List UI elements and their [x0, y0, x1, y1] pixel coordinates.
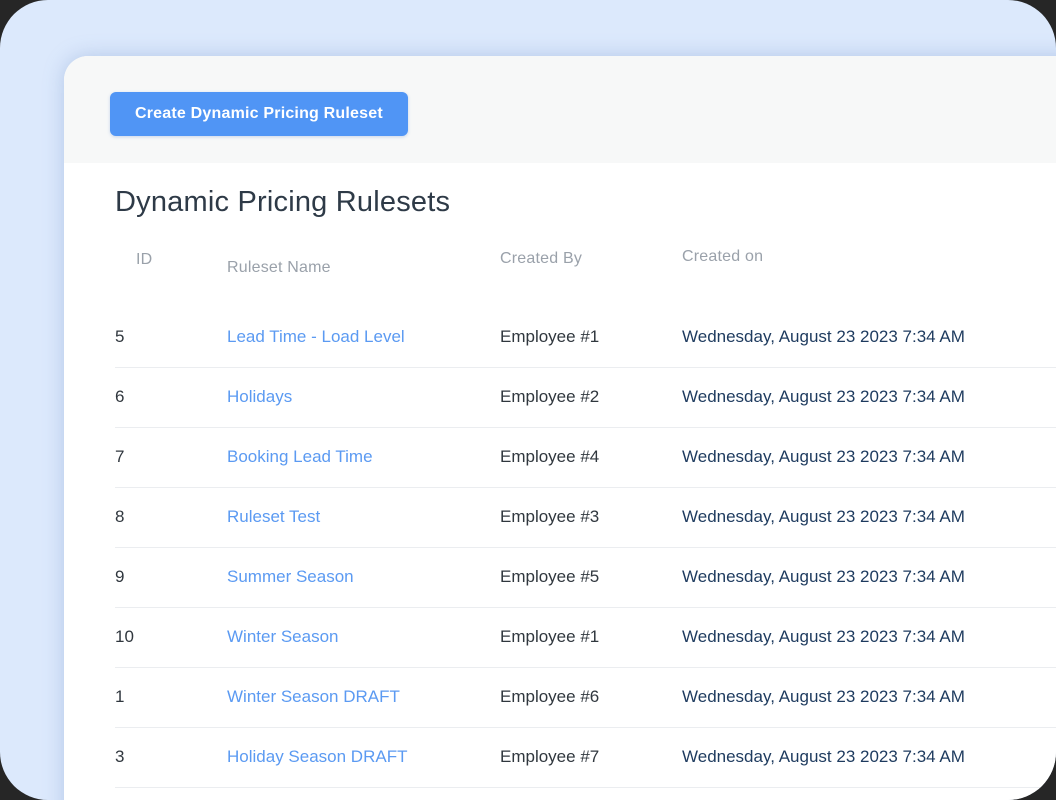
created-on-cell: Wednesday, August 23 2023 7:34 AM	[682, 547, 1056, 608]
ruleset-name-link[interactable]: Winter Season DRAFT	[227, 687, 400, 706]
page-title: Dynamic Pricing Rulesets	[115, 186, 451, 218]
created-by-cell: Employee #7	[500, 727, 682, 788]
created-on-cell: Wednesday, August 23 2023 7:34 AM	[682, 367, 1056, 428]
ruleset-name-link[interactable]: Holiday Season DRAFT	[227, 747, 407, 766]
ruleset-name-link[interactable]: Winter Season	[227, 627, 339, 646]
ruleset-name-cell: Ruleset Test	[227, 487, 500, 548]
table-row: 3 Holiday Season DRAFT Employee #7 Wedne…	[115, 727, 1056, 788]
ruleset-id-cell: 9	[115, 547, 227, 608]
ruleset-id-cell: 6	[115, 367, 227, 428]
ruleset-name-cell: Lead Time - Load Level	[227, 307, 500, 368]
created-by-cell: Employee #3	[500, 487, 682, 548]
column-header-id: ID	[136, 251, 153, 268]
table-row: 8 Ruleset Test Employee #3 Wednesday, Au…	[115, 487, 1056, 548]
content-card: Create Dynamic Pricing Ruleset Dynamic P…	[64, 56, 1056, 800]
ruleset-id-cell: 3	[115, 727, 227, 788]
created-by-cell: Employee #2	[500, 367, 682, 428]
column-header-created-by: Created By	[500, 250, 583, 267]
ruleset-name-link[interactable]: Lead Time - Load Level	[227, 327, 405, 346]
created-by-cell: Employee #6	[500, 667, 682, 728]
table-row: 9 Summer Season Employee #5 Wednesday, A…	[115, 547, 1056, 608]
ruleset-name-link[interactable]: Summer Season	[227, 567, 354, 586]
ruleset-name-cell: Holidays	[227, 367, 500, 428]
table-row: 10 Winter Season Employee #1 Wednesday, …	[115, 607, 1056, 668]
created-by-cell: Employee #4	[500, 427, 682, 488]
table-row: 1 Winter Season DRAFT Employee #6 Wednes…	[115, 667, 1056, 728]
ruleset-name-link[interactable]: Ruleset Test	[227, 507, 320, 526]
ruleset-id-cell: 5	[115, 307, 227, 368]
created-on-cell: Wednesday, August 23 2023 7:34 AM	[682, 607, 1056, 668]
ruleset-name-cell: Summer Season	[227, 547, 500, 608]
ruleset-id-cell: 7	[115, 427, 227, 488]
table-body: 5 Lead Time - Load Level Employee #1 Wed…	[115, 307, 1056, 788]
ruleset-name-link[interactable]: Booking Lead Time	[227, 447, 373, 466]
card-toolbar: Create Dynamic Pricing Ruleset	[64, 56, 1056, 163]
created-by-cell: Employee #1	[500, 607, 682, 668]
table-header-row: ID Ruleset Name Created By Created on	[115, 219, 1056, 307]
table-row: 6 Holidays Employee #2 Wednesday, August…	[115, 367, 1056, 428]
created-on-cell: Wednesday, August 23 2023 7:34 AM	[682, 667, 1056, 728]
created-by-cell: Employee #5	[500, 547, 682, 608]
created-on-cell: Wednesday, August 23 2023 7:34 AM	[682, 307, 1056, 368]
ruleset-name-cell: Booking Lead Time	[227, 427, 500, 488]
ruleset-name-link[interactable]: Holidays	[227, 387, 292, 406]
ruleset-name-cell: Holiday Season DRAFT	[227, 727, 500, 788]
table-row: 7 Booking Lead Time Employee #4 Wednesda…	[115, 427, 1056, 488]
page-background: Create Dynamic Pricing Ruleset Dynamic P…	[0, 0, 1056, 800]
rulesets-table: ID Ruleset Name Created By Created on 5 …	[115, 219, 1056, 788]
ruleset-id-cell: 8	[115, 487, 227, 548]
created-on-cell: Wednesday, August 23 2023 7:34 AM	[682, 487, 1056, 548]
created-by-cell: Employee #1	[500, 307, 682, 368]
column-header-created-on: Created on	[682, 248, 764, 265]
column-header-ruleset-name: Ruleset Name	[227, 259, 331, 276]
table-row: 5 Lead Time - Load Level Employee #1 Wed…	[115, 307, 1056, 368]
ruleset-name-cell: Winter Season DRAFT	[227, 667, 500, 728]
created-on-cell: Wednesday, August 23 2023 7:34 AM	[682, 427, 1056, 488]
ruleset-id-cell: 10	[115, 607, 227, 668]
card-body: Dynamic Pricing Rulesets ID Ruleset Name…	[64, 163, 1056, 788]
ruleset-name-cell: Winter Season	[227, 607, 500, 668]
ruleset-id-cell: 1	[115, 667, 227, 728]
created-on-cell: Wednesday, August 23 2023 7:34 AM	[682, 727, 1056, 788]
create-ruleset-button[interactable]: Create Dynamic Pricing Ruleset	[110, 92, 408, 136]
